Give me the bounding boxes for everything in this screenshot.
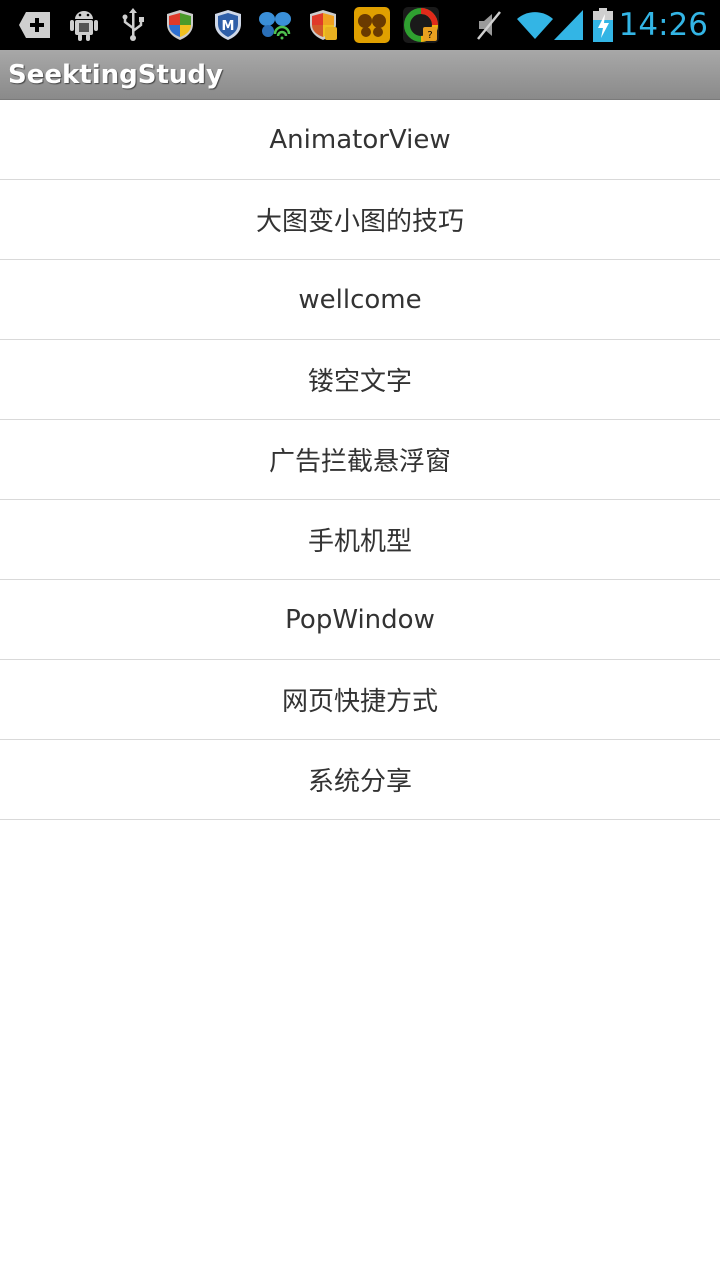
status-bar: M ? 14:26 (0, 0, 720, 50)
wifi-icon (516, 8, 554, 42)
status-clock: 14:26 (618, 7, 708, 43)
mute-icon (472, 8, 506, 42)
svg-text:?: ? (427, 30, 432, 41)
usb-icon (116, 8, 150, 42)
butterfly-wifi-icon (258, 8, 292, 42)
app-title: SeektingStudy (8, 60, 223, 90)
m-shield-icon: M (211, 8, 245, 42)
shield-alert-icon (306, 8, 340, 42)
menu-list: AnimatorView 大图变小图的技巧 wellcome 镂空文字 广告拦截… (0, 100, 720, 820)
app-shield-icon: ? (402, 6, 440, 44)
list-item-hollow-text[interactable]: 镂空文字 (0, 340, 720, 420)
list-item-phone-model[interactable]: 手机机型 (0, 500, 720, 580)
list-item-image-shrink-tips[interactable]: 大图变小图的技巧 (0, 180, 720, 260)
list-item-animator-view[interactable]: AnimatorView (0, 100, 720, 180)
list-item-ad-block-float-window[interactable]: 广告拦截悬浮窗 (0, 420, 720, 500)
list-item-welcome[interactable]: wellcome (0, 260, 720, 340)
app-butterfly-icon (353, 6, 391, 44)
list-item-web-shortcut[interactable]: 网页快捷方式 (0, 660, 720, 740)
shield-icon (163, 8, 197, 42)
android-debug-icon (67, 8, 101, 42)
add-notification-icon (18, 8, 52, 42)
action-bar: SeektingStudy (0, 50, 720, 100)
battery-charging-icon (592, 8, 614, 42)
list-item-system-share[interactable]: 系统分享 (0, 740, 720, 820)
list-item-popwindow[interactable]: PopWindow (0, 580, 720, 660)
svg-text:M: M (222, 19, 235, 34)
signal-icon (552, 8, 584, 42)
